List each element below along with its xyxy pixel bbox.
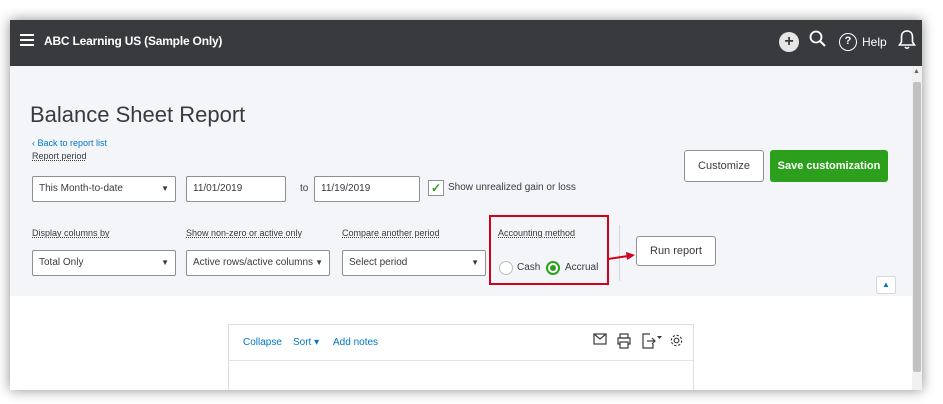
add-notes-link[interactable]: Add notes: [333, 337, 378, 348]
accrual-radio[interactable]: [546, 261, 560, 275]
app-window: ABC Learning US (Sample Only) + ? Help ▲…: [10, 20, 922, 390]
search-icon[interactable]: [807, 30, 829, 53]
compare-period-select[interactable]: Select period ▼: [342, 250, 486, 276]
customize-button[interactable]: Customize: [684, 150, 764, 182]
show-nonzero-label: Show non-zero or active only: [186, 228, 303, 238]
compare-period-value: Select period: [349, 257, 408, 268]
show-nonzero-value: Active rows/active columns: [193, 257, 314, 268]
unrealized-gain-checkbox[interactable]: ✓: [428, 180, 444, 196]
chevron-down-icon: ▼: [471, 258, 479, 267]
collapse-link[interactable]: Collapse: [243, 337, 282, 348]
company-name: ABC Learning US (Sample Only): [44, 34, 223, 48]
chevron-down-icon: ▼: [161, 184, 169, 193]
print-icon[interactable]: [617, 333, 631, 352]
vertical-scrollbar[interactable]: ▲: [912, 66, 922, 390]
gear-icon[interactable]: [669, 333, 684, 351]
scroll-thumb[interactable]: [913, 82, 921, 372]
to-label: to: [300, 183, 309, 194]
chevron-down-icon: ▼: [161, 258, 169, 267]
back-to-report-list-link[interactable]: ‹ Back to report list: [32, 138, 107, 148]
cash-label[interactable]: Cash: [517, 262, 540, 273]
run-report-button[interactable]: Run report: [636, 236, 716, 266]
help-icon[interactable]: ?: [839, 33, 857, 51]
sort-label[interactable]: Sort: [293, 337, 311, 348]
collapse-panel-button[interactable]: ▲: [876, 276, 896, 294]
back-link-label[interactable]: Back to report list: [38, 138, 108, 148]
report-period-select[interactable]: This Month-to-date ▼: [32, 176, 176, 202]
arrow-right-icon: [608, 252, 635, 260]
display-columns-label: Display columns by: [32, 228, 110, 238]
bell-icon[interactable]: [896, 29, 918, 56]
report-toolbar: Collapse Sort ▾ Add notes: [229, 325, 693, 361]
display-columns-select[interactable]: Total Only ▼: [32, 250, 176, 276]
plus-icon[interactable]: +: [779, 32, 799, 52]
accrual-label[interactable]: Accrual: [565, 262, 598, 273]
help-label[interactable]: Help: [862, 35, 887, 49]
export-icon[interactable]: [641, 333, 663, 352]
save-customization-button[interactable]: Save customization: [770, 150, 888, 182]
page-title: Balance Sheet Report: [30, 102, 246, 127]
report-card: Collapse Sort ▾ Add notes: [228, 324, 694, 390]
report-period-value: This Month-to-date: [39, 183, 123, 194]
compare-period-label: Compare another period: [342, 228, 440, 238]
email-icon[interactable]: [593, 333, 607, 348]
sort-link[interactable]: Sort ▾: [293, 337, 319, 348]
top-navigation-bar: ABC Learning US (Sample Only) + ? Help: [10, 20, 922, 66]
display-columns-value: Total Only: [39, 257, 84, 268]
chevron-up-icon: ▲: [882, 280, 890, 289]
to-date-input[interactable]: 11/19/2019: [314, 176, 420, 202]
scroll-up-arrow-icon[interactable]: ▲: [913, 68, 920, 75]
chevron-down-icon: ▼: [315, 258, 323, 267]
show-nonzero-select[interactable]: Active rows/active columns ▼: [186, 250, 330, 276]
unrealized-gain-label: Show unrealized gain or loss: [448, 182, 576, 193]
cash-radio[interactable]: [499, 261, 513, 275]
report-period-label: Report period: [32, 151, 87, 161]
menu-icon[interactable]: [20, 34, 34, 46]
from-date-input[interactable]: 11/01/2019: [186, 176, 286, 202]
